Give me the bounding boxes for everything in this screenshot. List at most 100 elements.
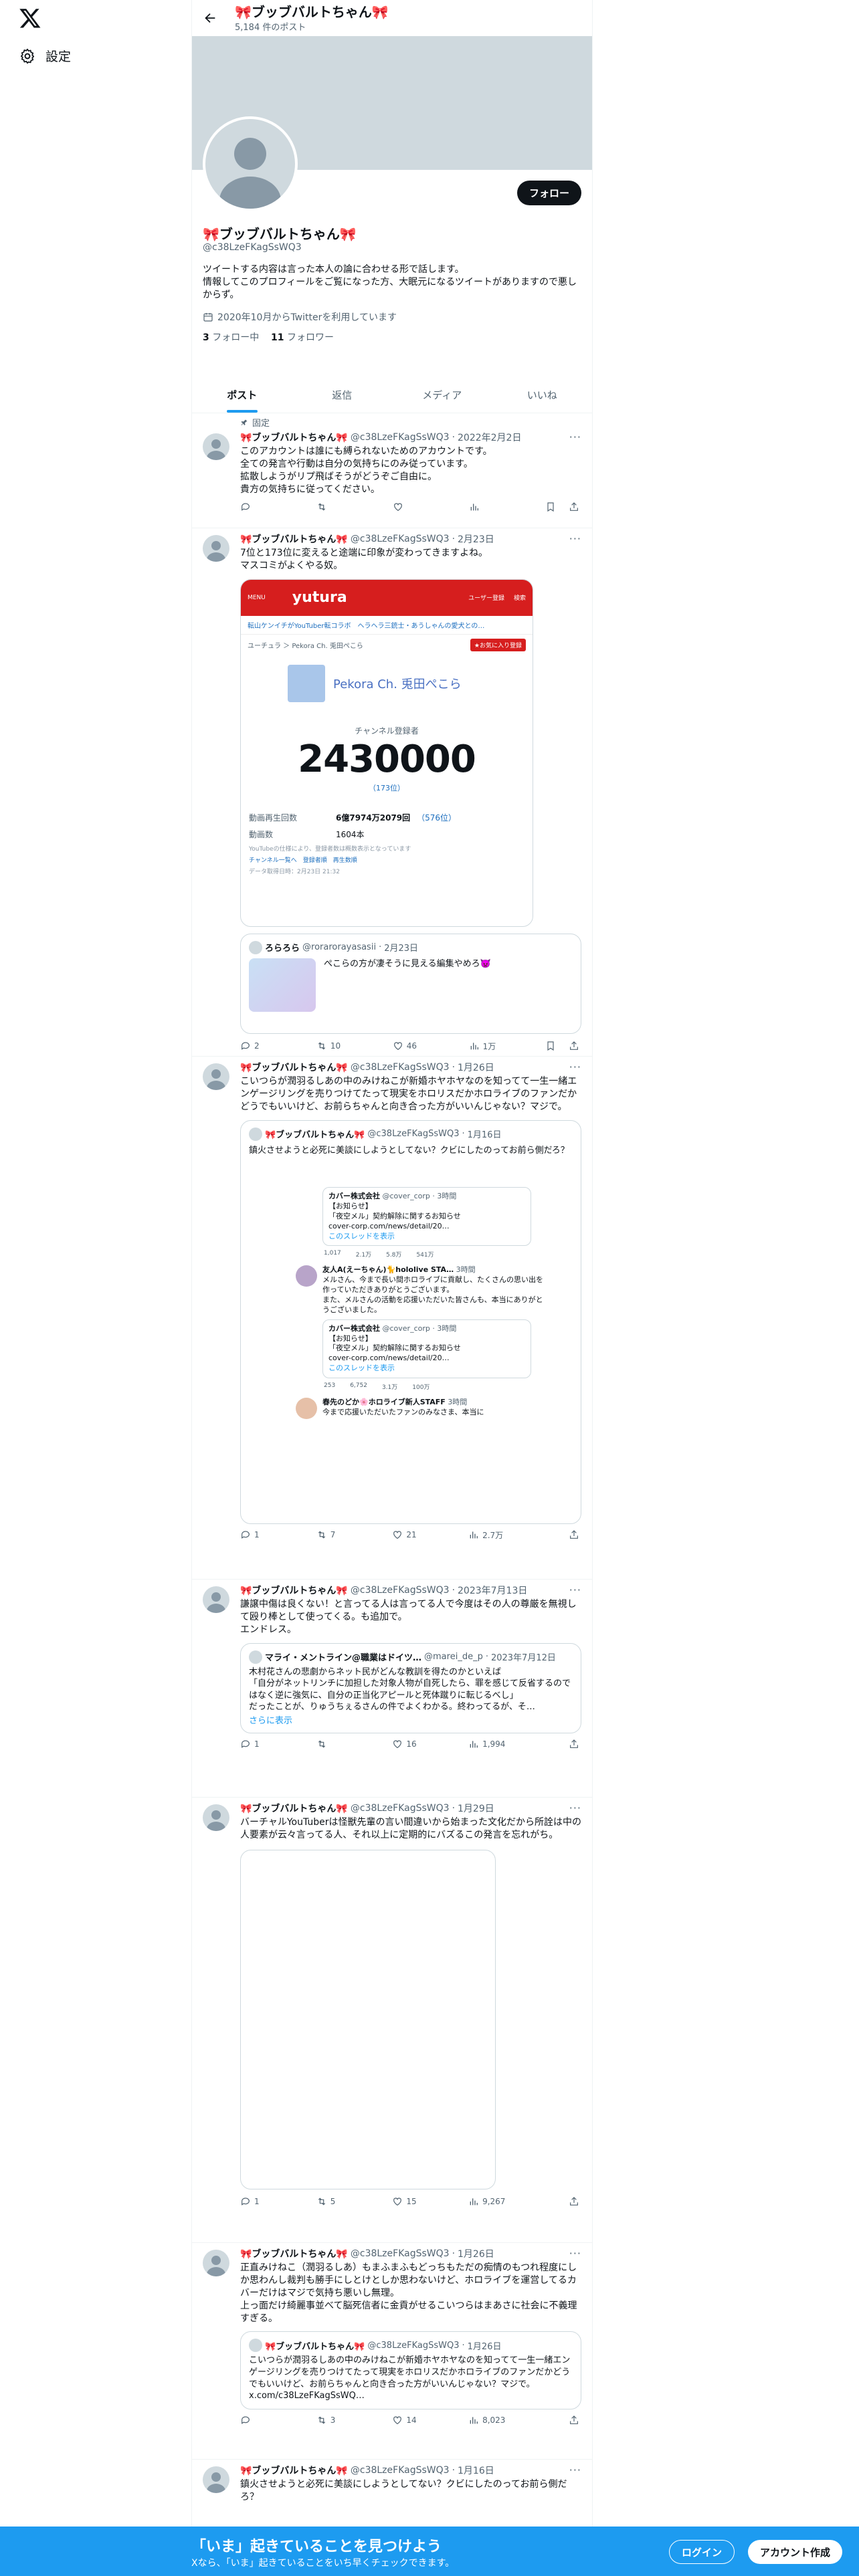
tweet-author-handle[interactable]: @c38LzeFKagSsWQ3	[351, 432, 450, 443]
tweet-avatar[interactable]	[203, 2250, 229, 2276]
followers-link[interactable]: 11 フォロワー	[271, 332, 334, 343]
tweet-avatar[interactable]	[203, 2466, 229, 2493]
like-button[interactable]: 14	[392, 2415, 468, 2426]
like-button[interactable]: 15	[392, 2196, 468, 2207]
tweet-avatar[interactable]	[203, 1586, 229, 1613]
following-link[interactable]: 3 フォロー中	[203, 332, 259, 343]
follow-button[interactable]: フォロー	[516, 181, 581, 205]
views-button[interactable]: 1,994	[468, 1739, 545, 1749]
sub-text: 【お知らせ】 「夜空メル」契約解除に関するお知らせ cover-corp.com…	[328, 1333, 461, 1363]
tab-media[interactable]: メディア	[392, 377, 492, 413]
tweet-date[interactable]: 1月29日	[458, 1802, 494, 1815]
tweet-author-name[interactable]: 🎀ブッブバルトちゃん🎀	[240, 2464, 348, 2477]
tweet-author-name[interactable]: 🎀ブッブバルトちゃん🎀	[240, 1802, 348, 1815]
profile-name: 🎀ブッブバルトちゃん🎀	[203, 226, 357, 242]
reply-button[interactable]: 1	[240, 2196, 316, 2207]
quoted-tweet[interactable]: 🎀ブッブバルトちゃん🎀 @c38LzeFKagSsWQ3 · 1月16日 鎮火さ…	[240, 1119, 581, 1524]
tweet-author-handle[interactable]: @c38LzeFKagSsWQ3	[351, 534, 450, 544]
share-button[interactable]	[569, 1041, 581, 1051]
tweet-date[interactable]: 2023年7月13日	[458, 1584, 527, 1597]
reply-button[interactable]: 1	[240, 1529, 316, 1540]
like-button[interactable]: 16	[392, 1739, 468, 1749]
heart-icon	[393, 2197, 402, 2206]
share-button[interactable]	[569, 2196, 581, 2207]
tweet[interactable]: 🎀ブッブバルトちゃん🎀 @c38LzeFKagSsWQ3 · 1月29日 ···…	[192, 1798, 592, 2243]
signup-button[interactable]: アカウント作成	[748, 2540, 843, 2564]
tweet-date[interactable]: 1月26日	[458, 2247, 494, 2260]
repost-button[interactable]: 5	[316, 2196, 393, 2207]
more-options-icon[interactable]: ···	[569, 1802, 581, 1814]
tweet-avatar[interactable]	[203, 433, 229, 460]
tweet-author-name[interactable]: 🎀ブッブバルトちゃん🎀	[240, 431, 348, 444]
views-button[interactable]: 2.7万	[468, 1529, 545, 1541]
tweet-avatar[interactable]	[203, 535, 229, 562]
like-button[interactable]	[393, 502, 469, 512]
share-button[interactable]	[569, 2415, 581, 2426]
tweet-author-handle[interactable]: @c38LzeFKagSsWQ3	[351, 1062, 450, 1073]
more-options-icon[interactable]: ···	[569, 2247, 581, 2260]
tweet-avatar[interactable]	[203, 1063, 229, 1090]
back-arrow-icon[interactable]	[203, 11, 217, 25]
bookmark-button[interactable]	[545, 502, 561, 512]
tweet-date[interactable]: 2022年2月2日	[458, 431, 521, 444]
views-button[interactable]	[469, 502, 545, 512]
reply-button[interactable]	[240, 502, 316, 512]
tweet-author-handle[interactable]: @c38LzeFKagSsWQ3	[351, 2465, 450, 2476]
tab-likes[interactable]: いいね	[492, 377, 593, 413]
quoted-tweet[interactable]: 🎀ブッブバルトちゃん🎀 @c38LzeFKagSsWQ3 · 1月26日 こいつ…	[240, 2331, 581, 2409]
tweet-date[interactable]: 2月23日	[458, 532, 494, 546]
bookmark-button[interactable]	[545, 1041, 561, 1051]
more-options-icon[interactable]: ···	[569, 532, 581, 545]
like-button[interactable]: 46	[393, 1041, 469, 1051]
reply-button[interactable]	[240, 2415, 316, 2426]
like-button[interactable]: 21	[392, 1529, 468, 1540]
repost-button[interactable]: 10	[316, 1041, 393, 1051]
tweet-image-card[interactable]: MENU yutura ユーザー登録 検索 転山ケンイチがYouTuber転コラ…	[240, 578, 533, 927]
more-options-icon[interactable]: ···	[569, 431, 581, 443]
tweet-date[interactable]: 1月16日	[458, 2464, 494, 2477]
card-date: データ取得日時：2月23日 21:32	[249, 868, 340, 875]
tweet-author-name[interactable]: 🎀ブッブバルトちゃん🎀	[240, 2247, 348, 2260]
tweet-author-name[interactable]: 🎀ブッブバルトちゃん🎀	[240, 1584, 348, 1597]
repost-button[interactable]	[316, 502, 393, 512]
tweet-text: 7位と173位に変えると途端に印象が変わってきますよね。 マスコミがよくやる奴。	[240, 548, 488, 571]
tweet[interactable]: 🎀ブッブバルトちゃん🎀 @c38LzeFKagSsWQ3 · 2023年7月13…	[192, 1580, 592, 1798]
tweet-avatar[interactable]	[203, 1804, 229, 1831]
share-button[interactable]	[569, 1739, 581, 1749]
views-button[interactable]: 8,023	[468, 2415, 545, 2426]
tweet-author-handle[interactable]: @c38LzeFKagSsWQ3	[351, 2248, 450, 2259]
repost-icon	[318, 1740, 325, 1748]
more-options-icon[interactable]: ···	[569, 2464, 581, 2476]
tweet[interactable]: 🎀ブッブバルトちゃん🎀 @c38LzeFKagSsWQ3 · 1月26日 ···…	[192, 1057, 592, 1580]
more-options-icon[interactable]: ···	[569, 1584, 581, 1596]
tweet-image[interactable]	[240, 1849, 496, 2189]
tweet[interactable]: 🎀ブッブバルトちゃん🎀 @c38LzeFKagSsWQ3 · 2月23日 ···…	[192, 528, 592, 1057]
tweet-author-handle[interactable]: @c38LzeFKagSsWQ3	[351, 1803, 450, 1814]
tweet-author-handle[interactable]: @c38LzeFKagSsWQ3	[351, 1585, 450, 1596]
tweet-date[interactable]: 1月26日	[458, 1061, 494, 1074]
tweet[interactable]: 固定 🎀ブッブバルトちゃん🎀 @c38LzeFKagSsWQ3 · 2022年2…	[192, 413, 592, 528]
quoted-tweet[interactable]: マライ・メントライン@職業はドイツ… @marei_de_p · 2023年7月…	[240, 1642, 581, 1733]
reply-icon	[242, 2416, 250, 2424]
reply-button[interactable]: 2	[240, 1041, 316, 1051]
repost-button[interactable]: 3	[316, 2415, 393, 2426]
settings-link[interactable]: 設定	[19, 47, 71, 65]
tab-posts[interactable]: ポスト	[192, 377, 292, 413]
tab-replies[interactable]: 返信	[292, 377, 393, 413]
login-button[interactable]: ログイン	[669, 2540, 735, 2564]
tweet-author-name[interactable]: 🎀ブッブバルトちゃん🎀	[240, 1061, 348, 1074]
show-more-link[interactable]: さらに表示	[249, 1713, 573, 1726]
share-button[interactable]	[569, 1529, 581, 1540]
repost-button[interactable]	[316, 1739, 393, 1749]
tweet-author-name[interactable]: 🎀ブッブバルトちゃん🎀	[240, 532, 348, 546]
share-button[interactable]	[569, 502, 581, 512]
views-button[interactable]: 9,267	[468, 2196, 545, 2207]
tweet[interactable]: 🎀ブッブバルトちゃん🎀 @c38LzeFKagSsWQ3 · 1月26日 ···…	[192, 2243, 592, 2460]
views-button[interactable]: 1万	[469, 1041, 545, 1052]
profile-avatar[interactable]	[203, 116, 298, 211]
quoted-tweet[interactable]: ろらろら @rorarorayasasii · 2月23日 ぺこらの方が凄そうに…	[240, 933, 581, 1034]
repost-button[interactable]: 7	[316, 1529, 393, 1540]
more-options-icon[interactable]: ···	[569, 1061, 581, 1073]
x-logo-icon[interactable]	[19, 7, 41, 29]
reply-button[interactable]: 1	[240, 1739, 316, 1749]
